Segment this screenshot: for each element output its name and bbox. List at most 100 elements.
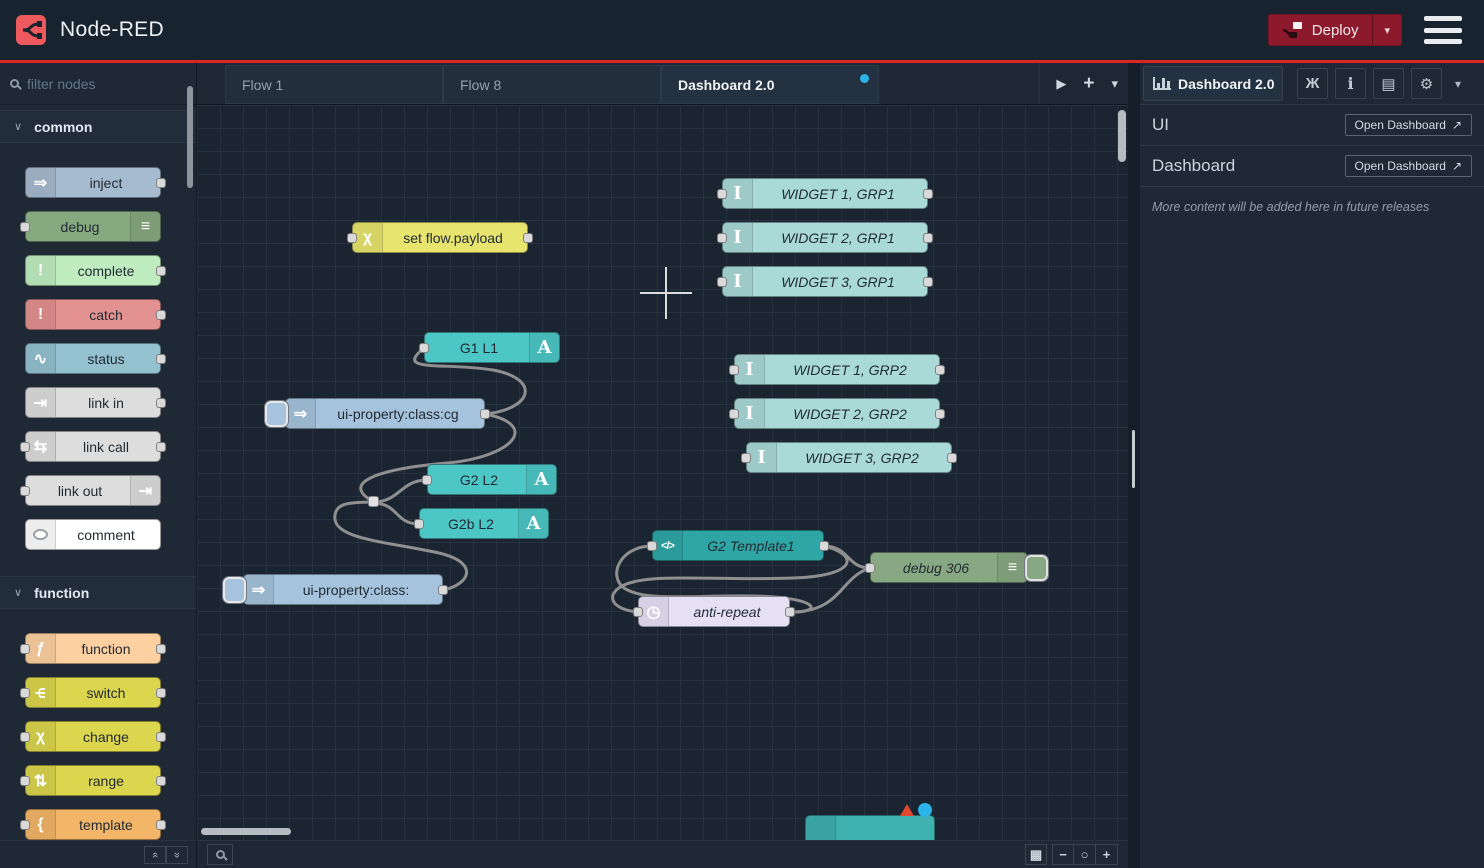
add-flow-button[interactable]: + [1083,73,1094,95]
output-port[interactable] [156,820,166,830]
palette-category-function[interactable]: ∨function [0,576,196,609]
input-port[interactable] [741,453,751,463]
output-port[interactable] [156,776,166,786]
input-port[interactable] [20,644,30,654]
palette-node-change[interactable]: χchange [25,721,161,752]
input-port[interactable] [20,486,30,496]
sidebar-options-caret[interactable]: ▾ [1455,77,1461,91]
palette-node-function[interactable]: ƒfunction [25,633,161,664]
palette-node-switch[interactable]: Ψswitch [25,677,161,708]
tab-flow-8[interactable]: Flow 8 [443,65,661,104]
input-port[interactable] [414,519,424,529]
node-g2-l2[interactable]: AG2 L2 [427,464,557,495]
canvas-horizontal-scrollbar[interactable] [201,828,291,835]
wire-junction[interactable] [368,496,379,507]
output-port[interactable] [480,409,490,419]
inject-button[interactable] [265,401,288,427]
next-tab-button[interactable]: ▶ [1056,76,1066,92]
palette-filter[interactable]: filter nodes [0,63,196,105]
output-port[interactable] [156,178,166,188]
tab-flow-1[interactable]: Flow 1 [225,65,443,104]
output-port[interactable] [523,233,533,243]
palette-scroll-area[interactable]: ∨common⇒inject≡debug!complete!catch∿stat… [0,105,196,840]
output-port[interactable] [438,585,448,595]
output-port[interactable] [935,365,945,375]
input-port[interactable] [729,365,739,375]
input-port[interactable] [20,442,30,452]
navigator-button[interactable]: ▦ [1025,844,1047,865]
flow-list-button[interactable]: ▾ [1111,76,1118,92]
sidebar-separator-handle[interactable] [1132,430,1135,488]
node-partial-bottom[interactable] [805,815,935,840]
config-nodes-button[interactable]: ⚙ [1411,68,1442,99]
output-port[interactable] [156,442,166,452]
palette-node-link-out[interactable]: ⇥link out [25,475,161,506]
input-port[interactable] [865,563,875,573]
tab-dashboard-2.0[interactable]: Dashboard 2.0 [661,65,879,104]
output-port[interactable] [156,688,166,698]
zoom-reset-button[interactable]: ○ [1074,844,1096,865]
zoom-in-button[interactable]: + [1096,844,1118,865]
search-flows-button[interactable] [207,844,233,865]
palette-node-template[interactable]: {template [25,809,161,840]
node-widget1-grp2[interactable]: IWIDGET 1, GRP2 [734,354,940,385]
info-button[interactable]: i [1335,68,1366,99]
wire[interactable] [374,480,427,502]
flow-canvas[interactable]: χset flow.payload IWIDGET 1, GRP1 IWIDGET … [197,105,1128,840]
input-port[interactable] [20,820,30,830]
node-ui-property-class[interactable]: ⇒ui-property:class: [243,574,443,605]
output-port[interactable] [923,277,933,287]
output-port[interactable] [819,541,829,551]
expand-all-button[interactable]: « [166,846,188,864]
palette-node-link-call[interactable]: ⇆link call [25,431,161,462]
sidebar-separator[interactable] [1128,63,1140,868]
zoom-out-button[interactable]: − [1052,844,1074,865]
input-port[interactable] [419,343,429,353]
debug-toggle-button[interactable] [1025,555,1048,581]
debug-messages-button[interactable]: Ж [1297,68,1328,99]
node-anti-repeat[interactable]: ◷anti-repeat [638,596,790,627]
deploy-options-caret[interactable]: ▾ [1372,15,1401,45]
collapse-all-button[interactable]: « [144,846,166,864]
palette-node-status[interactable]: ∿status [25,343,161,374]
palette-scrollbar[interactable] [187,86,193,188]
open-dashboard-button-ui[interactable]: Open Dashboard ↗ [1345,114,1472,136]
output-port[interactable] [923,233,933,243]
deploy-button[interactable]: Deploy ▾ [1268,14,1402,46]
output-port[interactable] [947,453,957,463]
inject-button[interactable] [223,577,246,603]
palette-node-catch[interactable]: !catch [25,299,161,330]
input-port[interactable] [647,541,657,551]
node-widget2-grp1[interactable]: IWIDGET 2, GRP1 [722,222,928,253]
output-port[interactable] [923,189,933,199]
palette-node-link-in[interactable]: ⇥link in [25,387,161,418]
input-port[interactable] [20,222,30,232]
input-port[interactable] [717,189,727,199]
node-widget1-grp1[interactable]: IWIDGET 1, GRP1 [722,178,928,209]
canvas-vertical-scrollbar[interactable] [1118,110,1126,162]
input-port[interactable] [20,776,30,786]
node-g1-l1[interactable]: AG1 L1 [424,332,560,363]
output-port[interactable] [935,409,945,419]
sidebar-tab-dashboard[interactable]: Dashboard 2.0 [1143,66,1283,101]
input-port[interactable] [20,732,30,742]
input-port[interactable] [347,233,357,243]
node-g2b-l2[interactable]: AG2b L2 [419,508,549,539]
node-set-flow-payload[interactable]: χset flow.payload [352,222,528,253]
palette-node-range[interactable]: ⇅range [25,765,161,796]
node-widget2-grp2[interactable]: IWIDGET 2, GRP2 [734,398,940,429]
input-port[interactable] [422,475,432,485]
node-widget3-grp2[interactable]: IWIDGET 3, GRP2 [746,442,952,473]
palette-node-debug[interactable]: ≡debug [25,211,161,242]
palette-category-common[interactable]: ∨common [0,110,196,143]
output-port[interactable] [156,644,166,654]
wire[interactable] [374,503,419,524]
menu-button[interactable] [1424,16,1462,44]
palette-node-comment[interactable]: comment [25,519,161,550]
node-debug-306[interactable]: ≡debug 306 [870,552,1028,583]
open-dashboard-button-dashboard[interactable]: Open Dashboard ↗ [1345,155,1472,177]
node-widget3-grp1[interactable]: IWIDGET 3, GRP1 [722,266,928,297]
output-port[interactable] [156,354,166,364]
input-port[interactable] [717,233,727,243]
output-port[interactable] [156,732,166,742]
